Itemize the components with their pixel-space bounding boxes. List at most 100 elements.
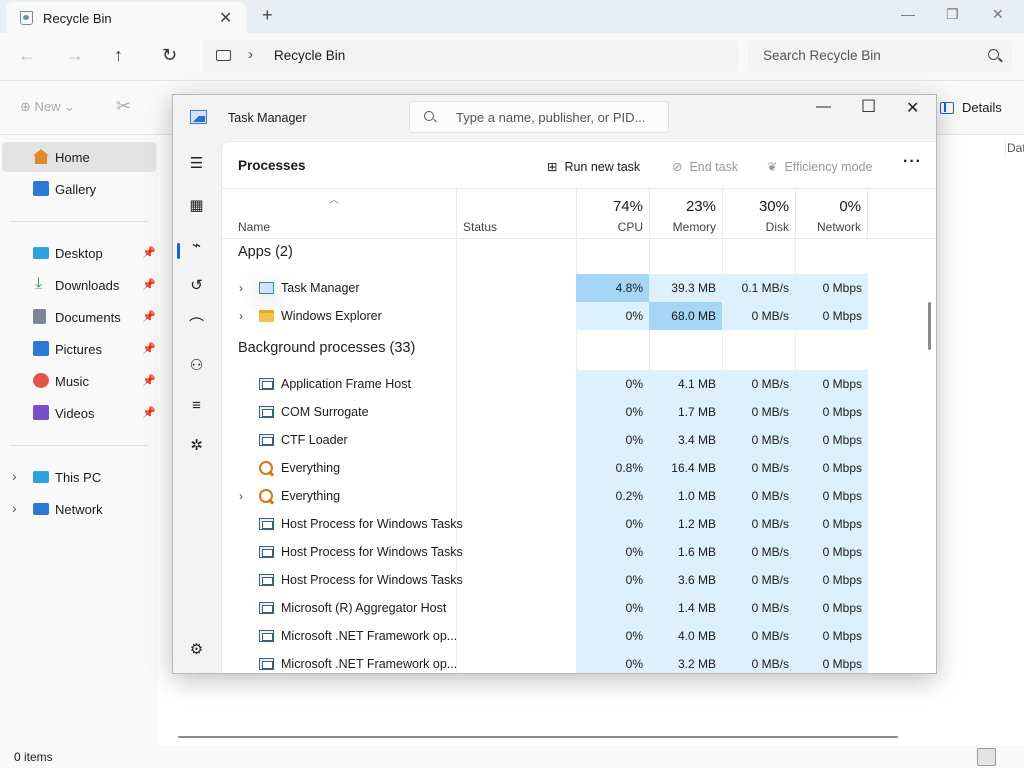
forward-button[interactable]: → bbox=[66, 45, 84, 66]
leaf-icon: ❦ bbox=[767, 160, 778, 174]
cut-icon[interactable]: ✂ bbox=[116, 96, 131, 117]
app-history-icon[interactable]: ↺ bbox=[188, 277, 205, 294]
users-icon[interactable]: ⚇ bbox=[188, 357, 205, 374]
efficiency-mode-button[interactable]: ❦ Efficiency mode bbox=[767, 159, 872, 174]
process-row[interactable]: 0% 3.6 MB 0 MB/s 0 Mbps Host Process for Win… bbox=[222, 566, 922, 594]
memory-cell: 1.7 MB bbox=[649, 398, 722, 426]
explorer-sidebar: Home Gallery Desktop 📌 ⤓ Downloads 📌 Doc… bbox=[0, 135, 158, 745]
maximize-button[interactable]: ❐ bbox=[946, 6, 959, 23]
sidebar-item-pictures[interactable]: Pictures 📌 bbox=[2, 334, 156, 364]
monitor-icon bbox=[216, 50, 231, 61]
sidebar-item-videos[interactable]: Videos 📌 bbox=[2, 398, 156, 428]
process-row[interactable]: 0.8% 16.4 MB 0 MB/s 0 Mbps Everything bbox=[222, 454, 922, 482]
disk-column-header[interactable]: 30% Disk bbox=[722, 189, 795, 239]
up-button[interactable]: ↑ bbox=[114, 45, 123, 66]
name-column-header[interactable]: Name bbox=[238, 220, 270, 234]
run-task-icon: ⊞ bbox=[547, 160, 558, 174]
status-column-header[interactable]: Status bbox=[456, 189, 576, 239]
sidebar-item-label: Pictures bbox=[55, 342, 102, 357]
horizontal-scrollbar[interactable] bbox=[178, 736, 898, 738]
sidebar-item-label: Documents bbox=[55, 310, 121, 325]
pin-icon[interactable]: 📌 bbox=[142, 342, 156, 355]
address-bar[interactable]: › Recycle Bin bbox=[202, 40, 738, 72]
expand-chevron-icon[interactable]: › bbox=[239, 302, 243, 330]
services-icon[interactable]: ✲ bbox=[188, 437, 205, 454]
pin-icon[interactable]: 📌 bbox=[142, 310, 156, 323]
details-icon[interactable]: ≡ bbox=[188, 397, 205, 414]
minimize-button[interactable]: — bbox=[816, 98, 831, 115]
pin-icon[interactable]: 📌 bbox=[142, 406, 156, 419]
process-row[interactable]: 0% 1.7 MB 0 MB/s 0 Mbps COM Surrogate bbox=[222, 398, 922, 426]
expand-chevron-icon[interactable]: › bbox=[239, 482, 243, 510]
chevron-right-icon[interactable]: › bbox=[248, 46, 253, 63]
sidebar-item-label: Desktop bbox=[55, 246, 103, 261]
date-column-header[interactable]: Dat bbox=[1005, 141, 1024, 155]
explorer-search-placeholder[interactable]: Search Recycle Bin bbox=[763, 48, 881, 63]
processes-icon[interactable]: ▦ bbox=[188, 197, 205, 214]
performance-icon[interactable]: ⌁ bbox=[188, 237, 205, 254]
explorer-tab[interactable]: Recycle Bin ✕ bbox=[6, 2, 246, 33]
memory-total-percent: 23% bbox=[685, 198, 716, 215]
sidebar-item-desktop[interactable]: Desktop 📌 bbox=[2, 238, 156, 268]
process-row[interactable]: 0% 3.2 MB 0 MB/s 0 Mbps Microsoft .NET Frame… bbox=[222, 650, 922, 673]
settings-gear-icon[interactable]: ⚙ bbox=[188, 641, 205, 658]
group-header[interactable]: Apps (2) bbox=[238, 244, 293, 260]
close-button[interactable]: ✕ bbox=[906, 98, 919, 118]
network-cell: 0 Mbps bbox=[795, 370, 868, 398]
process-search-input[interactable]: Type a name, publisher, or PID... bbox=[409, 101, 669, 133]
startup-apps-icon[interactable]: ⌒ bbox=[188, 317, 205, 334]
minimize-button[interactable]: — bbox=[901, 6, 915, 22]
explorer-search-box[interactable]: Search Recycle Bin bbox=[748, 40, 1012, 72]
memory-cell: 39.3 MB bbox=[649, 274, 722, 302]
sidebar-item-music[interactable]: Music 📌 bbox=[2, 366, 156, 396]
process-name: Microsoft .NET Framework op... bbox=[281, 657, 458, 671]
sidebar-item-network[interactable]: › Network bbox=[2, 494, 156, 524]
more-options-icon[interactable]: ··· bbox=[903, 153, 922, 171]
process-row[interactable]: 0% 68.0 MB 0 MB/s 0 Mbps › Windows Explorer bbox=[222, 302, 922, 330]
run-new-task-button[interactable]: ⊞ Run new task bbox=[547, 159, 640, 174]
maximize-button[interactable]: ☐ bbox=[861, 97, 876, 117]
chevron-right-icon[interactable]: › bbox=[12, 468, 17, 484]
sidebar-item-home[interactable]: Home bbox=[2, 142, 156, 172]
sidebar-item-documents[interactable]: Documents 📌 bbox=[2, 302, 156, 332]
tab-close-icon[interactable]: ✕ bbox=[219, 8, 232, 28]
new-button[interactable]: ⊕ New ⌄ bbox=[20, 99, 75, 115]
vertical-scrollbar[interactable] bbox=[928, 302, 931, 350]
pin-icon[interactable]: 📌 bbox=[142, 278, 156, 291]
chevron-right-icon[interactable]: › bbox=[12, 500, 17, 516]
search-placeholder[interactable]: Type a name, publisher, or PID... bbox=[456, 110, 645, 125]
cpu-column-header[interactable]: 74% CPU bbox=[576, 189, 649, 239]
sidebar-item-this-pc[interactable]: › This PC bbox=[2, 462, 156, 492]
disk-cell: 0 MB/s bbox=[722, 482, 795, 510]
memory-column-header[interactable]: 23% Memory bbox=[649, 189, 722, 239]
end-task-button[interactable]: ⊘ End task bbox=[672, 159, 738, 174]
process-row[interactable]: 0% 1.4 MB 0 MB/s 0 Mbps Microsoft (R) Aggreg… bbox=[222, 594, 922, 622]
details-view-icon[interactable] bbox=[977, 748, 996, 766]
sidebar-item-downloads[interactable]: ⤓ Downloads 📌 bbox=[2, 270, 156, 300]
process-row[interactable]: 0% 4.1 MB 0 MB/s 0 Mbps Application Frame Ho… bbox=[222, 370, 922, 398]
network-cell: 0 Mbps bbox=[795, 426, 868, 454]
pin-icon[interactable]: 📌 bbox=[142, 374, 156, 387]
close-button[interactable]: ✕ bbox=[992, 6, 1004, 23]
new-tab-button[interactable]: + bbox=[262, 5, 273, 26]
details-pane-icon bbox=[940, 102, 954, 114]
details-button[interactable]: Details bbox=[940, 100, 1002, 115]
process-row[interactable]: 0.2% 1.0 MB 0 MB/s 0 Mbps › Everything bbox=[222, 482, 922, 510]
sidebar-item-gallery[interactable]: Gallery bbox=[2, 174, 156, 204]
process-row[interactable]: 0% 3.4 MB 0 MB/s 0 Mbps CTF Loader bbox=[222, 426, 922, 454]
process-row[interactable]: 0% 1.2 MB 0 MB/s 0 Mbps Host Process for Win… bbox=[222, 510, 922, 538]
process-row[interactable]: 4.8% 39.3 MB 0.1 MB/s 0 Mbps › Task Manager bbox=[222, 274, 922, 302]
back-button[interactable]: ← bbox=[18, 45, 36, 66]
tiles-view-icon[interactable] bbox=[1001, 748, 1020, 766]
pin-icon[interactable]: 📌 bbox=[142, 246, 156, 259]
refresh-button[interactable]: ↻ bbox=[162, 45, 177, 66]
expand-chevron-icon[interactable]: › bbox=[239, 274, 243, 302]
group-header[interactable]: Background processes (33) bbox=[238, 340, 415, 356]
address-location[interactable]: Recycle Bin bbox=[274, 48, 345, 63]
hamburger-menu-icon[interactable]: ☰ bbox=[188, 155, 205, 172]
process-row[interactable]: 0% 1.6 MB 0 MB/s 0 Mbps Host Process for Win… bbox=[222, 538, 922, 566]
process-row[interactable]: 0% 4.0 MB 0 MB/s 0 Mbps Microsoft .NET Frame… bbox=[222, 622, 922, 650]
task-manager-title-bar[interactable]: Task Manager Type a name, publisher, or … bbox=[173, 95, 936, 141]
disk-cell: 0 MB/s bbox=[722, 650, 795, 673]
network-column-header[interactable]: 0% Network bbox=[795, 189, 868, 239]
